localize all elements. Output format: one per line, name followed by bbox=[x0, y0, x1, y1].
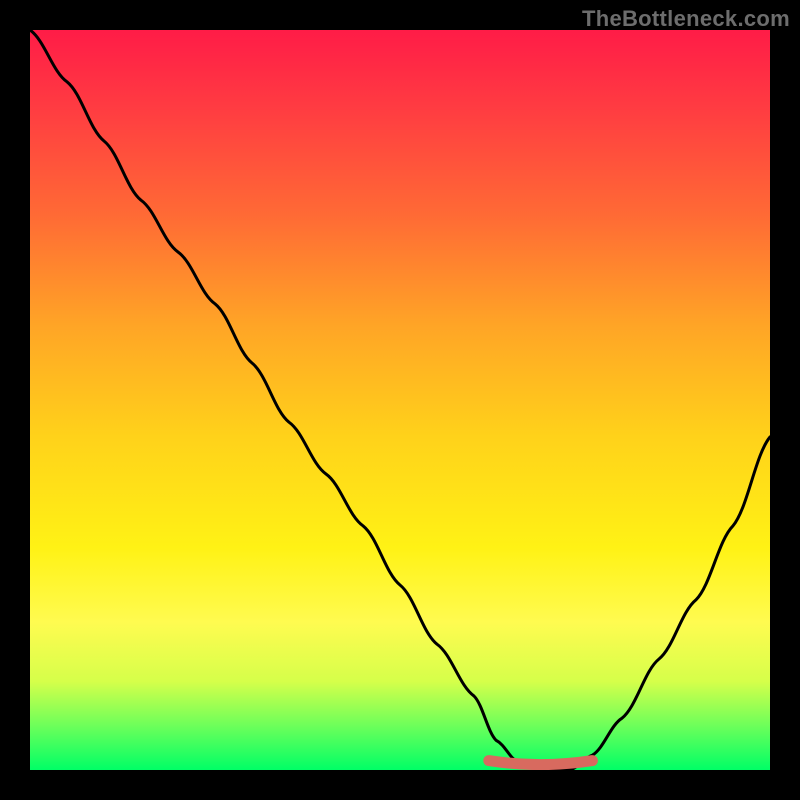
watermark-text: TheBottleneck.com bbox=[582, 6, 790, 32]
chart-frame: TheBottleneck.com bbox=[0, 0, 800, 800]
plot-area bbox=[30, 30, 770, 770]
valley-highlight-path bbox=[489, 761, 593, 765]
curve-svg bbox=[30, 30, 770, 770]
bottleneck-curve-path bbox=[30, 30, 770, 770]
